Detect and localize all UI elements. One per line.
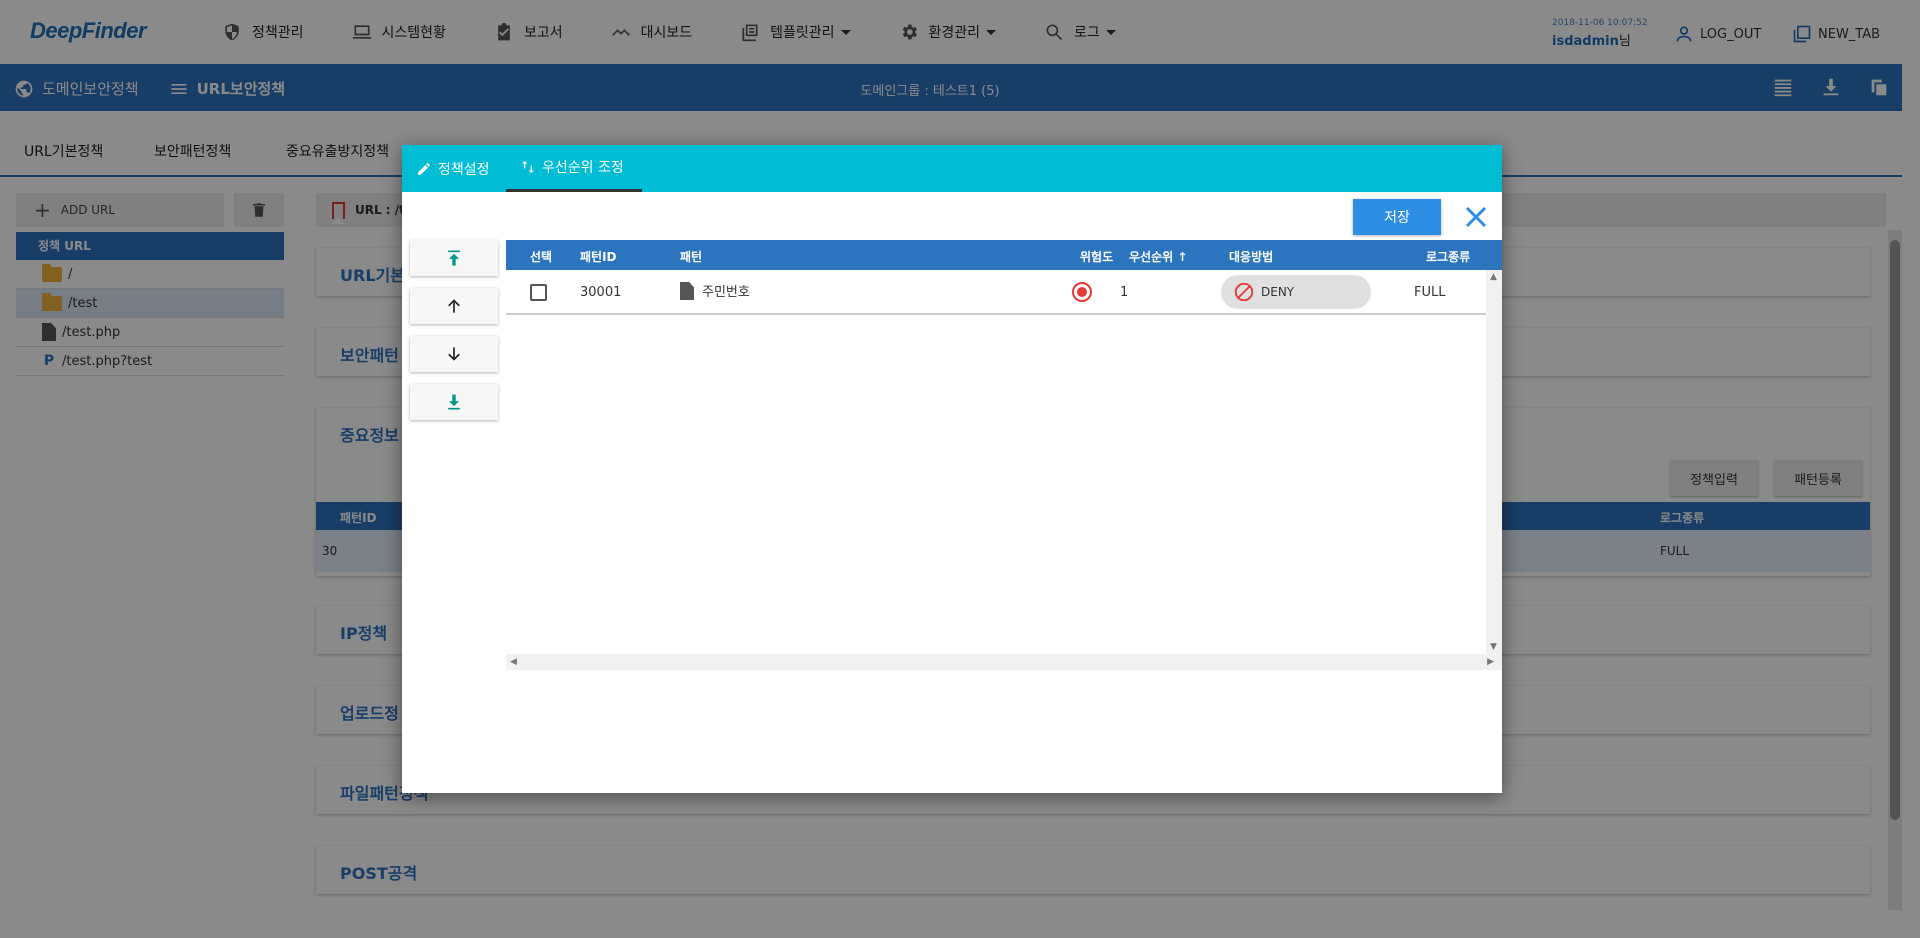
row-pattern: 주민번호 <box>702 285 750 300</box>
priority-modal: 정책설정 우선순위 조정 저장 선택 패턴ID 패턴 위험도 우선순위 ↑ 대응… <box>402 145 1502 793</box>
row-select-checkbox[interactable] <box>530 284 547 301</box>
move-up-button[interactable] <box>410 288 498 324</box>
scroll-left-arrow-icon[interactable]: ◀ <box>510 657 517 667</box>
modal-tabs: 정책설정 우선순위 조정 <box>402 145 1502 192</box>
scroll-down-arrow-icon[interactable]: ▼ <box>1490 642 1497 652</box>
swap-vertical-icon <box>522 161 534 173</box>
col-pattern: 패턴 <box>680 250 703 264</box>
close-button[interactable] <box>1462 203 1490 231</box>
file-icon <box>680 282 694 300</box>
arrow-down-icon <box>448 347 460 361</box>
scroll-right-arrow-icon[interactable]: ▶ <box>1487 657 1494 667</box>
col-priority[interactable]: 우선순위 ↑ <box>1129 248 1187 265</box>
move-to-top-button[interactable] <box>410 240 498 276</box>
row-log-type: FULL <box>1414 285 1446 300</box>
action-deny-chip[interactable]: DENY <box>1221 275 1371 309</box>
close-icon <box>1465 206 1487 228</box>
tab-policy-settings[interactable]: 정책설정 <box>416 145 490 192</box>
table-vertical-scrollbar[interactable]: ▲ ▼ <box>1486 270 1502 654</box>
table-horizontal-scrollbar[interactable]: ◀ ▶ <box>506 654 1502 670</box>
move-down-button[interactable] <box>410 336 498 372</box>
table-row[interactable]: 30001 주민번호 1 DENY FULL <box>506 270 1486 315</box>
arrow-up-icon <box>448 299 460 313</box>
col-select: 선택 <box>530 250 553 264</box>
col-action: 대응방법 <box>1229 250 1274 264</box>
row-priority: 1 <box>1120 285 1129 300</box>
row-pattern-id: 30001 <box>580 285 622 300</box>
move-to-bottom-button[interactable] <box>410 384 498 420</box>
priority-table-header: 선택 패턴ID 패턴 위험도 우선순위 ↑ 대응방법 로그종류 <box>506 240 1502 270</box>
tab-priority-adjust[interactable]: 우선순위 조정 <box>506 145 642 192</box>
scroll-up-arrow-icon[interactable]: ▲ <box>1490 272 1497 282</box>
col-pattern-id: 패턴ID <box>580 250 617 264</box>
vertical-align-bottom-icon <box>448 394 460 410</box>
pencil-icon <box>418 162 430 175</box>
sort-arrow-up-icon: ↑ <box>1177 250 1188 264</box>
risk-level-indicator <box>1072 282 1092 302</box>
col-risk: 위험도 <box>1080 250 1114 264</box>
block-icon <box>1234 282 1254 302</box>
priority-table: 선택 패턴ID 패턴 위험도 우선순위 ↑ 대응방법 로그종류 30001 주민… <box>506 240 1502 670</box>
col-log-type: 로그종류 <box>1426 250 1471 264</box>
save-button[interactable]: 저장 <box>1353 199 1441 235</box>
vertical-align-top-icon <box>448 250 460 266</box>
